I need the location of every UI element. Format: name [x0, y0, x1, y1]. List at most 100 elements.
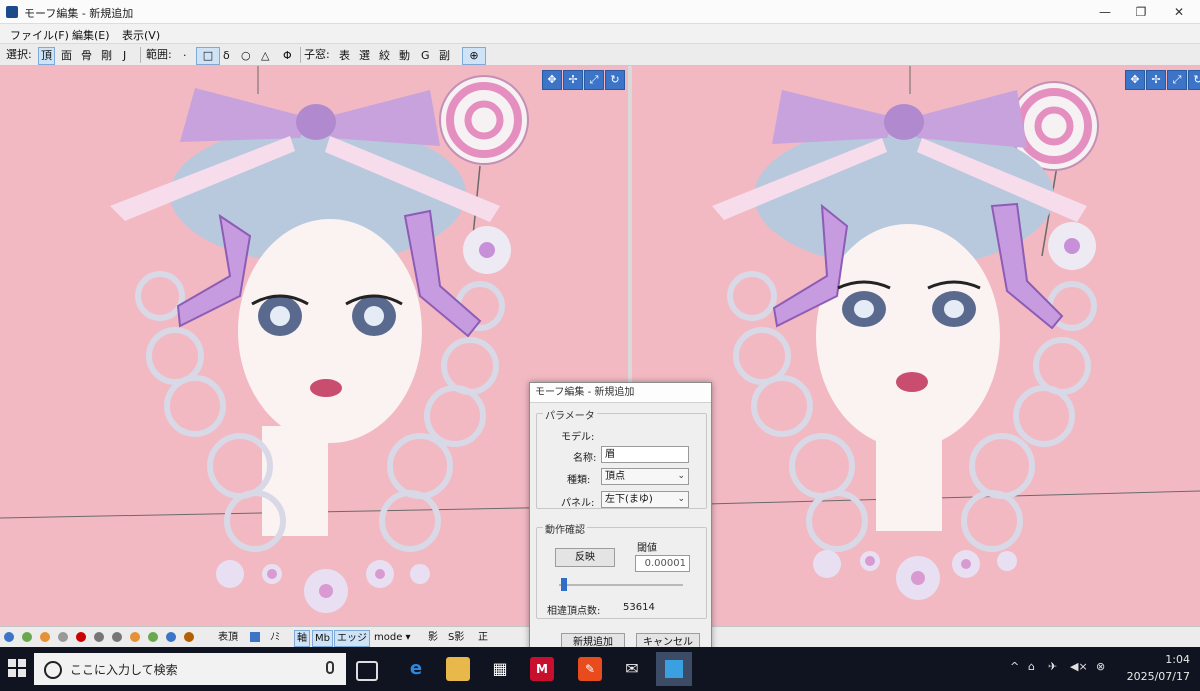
status-icon[interactable]	[22, 632, 32, 642]
apply-button[interactable]: 反映	[555, 548, 615, 567]
range-circle-button[interactable]: ○	[238, 47, 254, 65]
threshold-label: 閾値	[637, 543, 657, 554]
toolbar: 選択: 頂 面 骨 剛 J 範囲: · □ δ ○ △ Φ 子窓: 表 選 絞 …	[0, 44, 1200, 66]
show-vertex-toggle[interactable]: 表頂	[218, 630, 238, 645]
edge-browser-icon[interactable]: e	[404, 657, 428, 681]
status-icon[interactable]	[40, 632, 50, 642]
status-icon[interactable]	[184, 632, 194, 642]
subwindow-move-button[interactable]: 動	[396, 47, 413, 65]
zoom-icon[interactable]: ⤢	[1167, 70, 1187, 90]
range-label: 範囲:	[146, 48, 172, 61]
airplane-mode-icon[interactable]: ✈	[1048, 660, 1057, 673]
task-view-icon[interactable]	[356, 661, 378, 681]
clock[interactable]: 1:04 2025/07/17	[1127, 651, 1190, 685]
move-icon[interactable]: ✥	[542, 70, 562, 90]
range-lasso-button[interactable]: δ	[220, 47, 233, 65]
select-vertex-button[interactable]: 頂	[38, 47, 55, 65]
file-explorer-icon[interactable]	[446, 657, 470, 681]
target-icon[interactable]: ⊕	[462, 47, 486, 65]
self-shadow-toggle[interactable]: S影	[448, 630, 464, 645]
store-icon[interactable]: ▦	[488, 657, 512, 681]
color-icon[interactable]	[250, 632, 260, 642]
zoom-icon[interactable]: ⤢	[584, 70, 604, 90]
select-rigid-button[interactable]: 剛	[98, 47, 115, 65]
subwindow-select-button[interactable]: 選	[356, 47, 373, 65]
status-icon[interactable]	[76, 632, 86, 642]
select-face-button[interactable]: 面	[58, 47, 75, 65]
name-field[interactable]: 眉	[601, 446, 689, 463]
mb-toggle[interactable]: Mb	[312, 630, 333, 647]
diff-count-value: 53614	[623, 602, 655, 613]
clock-time: 1:04	[1165, 653, 1190, 666]
menu-bar: ファイル(F) 編集(E) 表示(V)	[0, 24, 1200, 44]
volume-muted-icon[interactable]: ◀×	[1070, 660, 1088, 673]
normal-toggle[interactable]: ﾉﾐ	[270, 630, 280, 645]
range-point-button[interactable]: ·	[180, 47, 190, 65]
viewport-right[interactable]: ✥ ✢ ⤢ ↻	[632, 66, 1200, 626]
pan-icon[interactable]: ✢	[563, 70, 583, 90]
range-rect-button[interactable]: □	[196, 47, 220, 65]
notification-icon[interactable]: ⊗	[1096, 660, 1105, 673]
edge-toggle[interactable]: エッジ	[334, 630, 370, 647]
diff-count-label: 相違頂点数:	[547, 606, 601, 617]
move-icon[interactable]: ✥	[1125, 70, 1145, 90]
minimize-button[interactable]: —	[1088, 3, 1122, 21]
morph-slider-track[interactable]	[559, 584, 683, 586]
rotate-icon[interactable]: ↻	[1188, 70, 1200, 90]
window-title: モーフ編集 - 新規追加	[24, 7, 134, 20]
range-phi-button[interactable]: Φ	[280, 47, 295, 65]
status-icon[interactable]	[130, 632, 140, 642]
type-select[interactable]: 頂点 ⌄	[601, 468, 689, 485]
subwindow-table-button[interactable]: 表	[336, 47, 353, 65]
pmx-editor-taskbar-item[interactable]	[656, 652, 692, 686]
app-orange-icon[interactable]: ✎	[578, 657, 602, 681]
status-icon[interactable]	[148, 632, 158, 642]
dialog-title: モーフ編集 - 新規追加	[530, 383, 711, 403]
clock-date: 2025/07/17	[1126, 670, 1190, 683]
subwindow-filter-button[interactable]: 絞	[376, 47, 393, 65]
face	[816, 224, 1000, 448]
cortana-icon	[44, 661, 62, 679]
menu-file[interactable]: ファイル(F)	[10, 27, 69, 43]
mail-icon[interactable]: ✉	[620, 657, 644, 681]
subwindow-sub-button[interactable]: 副	[436, 47, 453, 65]
tray-overflow-icon[interactable]: ^	[1010, 660, 1019, 673]
status-icon[interactable]	[4, 632, 14, 642]
confirm-group: 動作確認 反映 閾値 0.00001 相違頂点数: 53614	[536, 521, 707, 619]
status-icon[interactable]	[94, 632, 104, 642]
taskbar-search-box[interactable]: ここに入力して検索	[34, 653, 346, 685]
windows-start-icon[interactable]	[8, 659, 26, 677]
rotate-icon[interactable]: ↻	[605, 70, 625, 90]
mcafee-icon[interactable]: M	[530, 657, 554, 681]
pan-icon[interactable]: ✢	[1146, 70, 1166, 90]
name-label: 名称:	[573, 453, 597, 464]
mouth	[896, 372, 928, 392]
axis-toggle[interactable]: 軸	[294, 630, 310, 647]
params-group: パラメータ モデル: 名称: 眉 種類: 頂点 ⌄ パネル: 左下(まゆ) ⌄	[536, 407, 707, 509]
range-triangle-button[interactable]: △	[258, 47, 272, 65]
chevron-down-icon: ⌄	[677, 471, 685, 481]
status-icon[interactable]	[112, 632, 122, 642]
threshold-field[interactable]: 0.00001	[635, 555, 690, 572]
mode-dropdown[interactable]: mode ▾	[374, 630, 411, 645]
windows-taskbar: ここに入力して検索 e ▦ M ✎ ✉ ^ ⌂ ✈ ◀× ⊗ 1:04 2025…	[0, 647, 1200, 691]
status-icon[interactable]	[166, 632, 176, 642]
morph-slider-thumb[interactable]	[561, 578, 568, 591]
microphone-icon[interactable]	[326, 661, 334, 674]
subwindow-label: 子窓:	[304, 48, 330, 61]
select-joint-button[interactable]: J	[120, 47, 129, 65]
restore-button[interactable]: ❐	[1124, 3, 1158, 21]
select-bone-button[interactable]: 骨	[78, 47, 95, 65]
menu-view[interactable]: 表示(V)	[122, 27, 160, 43]
shadow-toggle[interactable]: 影	[428, 630, 438, 645]
type-label: 種類:	[567, 475, 591, 486]
panel-select-value: 左下(まゆ)	[605, 494, 653, 505]
subwindow-group-button[interactable]: G	[418, 47, 433, 65]
close-button[interactable]: ✕	[1162, 3, 1196, 21]
network-icon[interactable]: ⌂	[1028, 660, 1035, 673]
neck-flowers	[216, 560, 430, 613]
ortho-toggle[interactable]: 正	[478, 630, 488, 645]
panel-select[interactable]: 左下(まゆ) ⌄	[601, 491, 689, 508]
menu-edit[interactable]: 編集(E)	[72, 27, 110, 43]
status-icon[interactable]	[58, 632, 68, 642]
